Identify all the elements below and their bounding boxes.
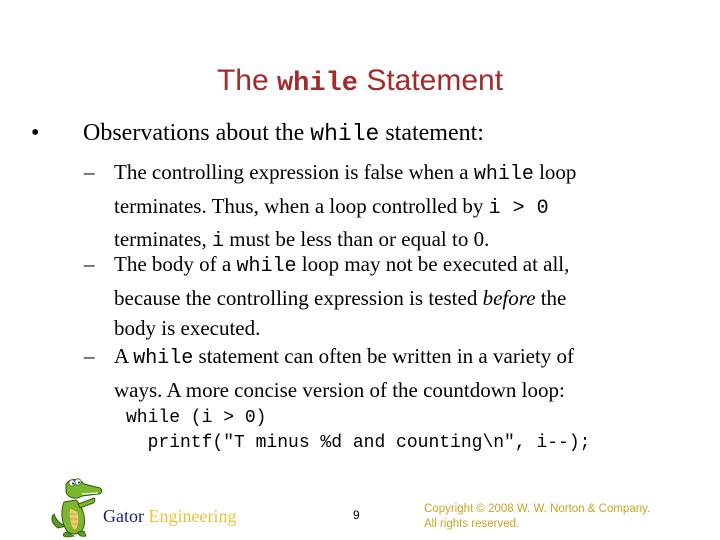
sub-bullet-2: – The body of a while loop may not be ex… (84, 249, 569, 344)
slide: The while Statement • Observations about … (0, 0, 720, 540)
code-line: while (i > 0) (126, 408, 267, 428)
emphasis-span: before (482, 285, 536, 310)
page-number: 9 (353, 508, 360, 522)
sub-bullet-marker: – (84, 160, 95, 184)
title-text-before: The (216, 64, 277, 97)
sub-bullet-1-line-2: terminates. Thus, when a loop controlled… (114, 191, 576, 225)
text-span: terminates. Thus, when a loop controlled… (114, 193, 489, 218)
bullet-text-before: Observations about the (83, 120, 311, 146)
sub-bullet-1-line-1: The controlling expression is false when… (114, 157, 576, 191)
copyright-notice: Copyright © 2008 W. W. Norton & Company.… (424, 502, 650, 532)
code-block: while (i > 0) printf("T minus %d and cou… (126, 406, 590, 456)
copyright-line-2: All rights reserved. (424, 518, 520, 530)
text-span: statement can often be written in a vari… (193, 344, 575, 368)
text-span: must be less than or equal to 0. (223, 227, 490, 251)
text-span: because the controlling expression is te… (114, 285, 483, 310)
bullet-text-after: statement: (379, 120, 484, 146)
text-span: loop (533, 160, 577, 184)
code-span: while (473, 163, 534, 186)
sub-bullet-3-line-1: A while statement can often be written i… (114, 341, 574, 375)
text-span: the (535, 285, 567, 310)
sub-bullet-marker: – (84, 344, 95, 368)
sub-bullet-2-line-1: The body of a while loop may not be exec… (114, 249, 569, 283)
text-span: loop may not be executed at all, (296, 252, 570, 276)
text-span: terminates, (114, 227, 212, 251)
code-span: while (133, 347, 194, 370)
title-text-after: Statement (357, 64, 504, 97)
sub-bullet-3: – A while statement can often be written… (84, 341, 574, 405)
bullet-code-keyword: while (310, 121, 380, 147)
sub-bullet-1: – The controlling expression is false wh… (84, 157, 576, 258)
sub-bullet-2-line-3: body is executed. (114, 316, 261, 340)
text-span: A (114, 344, 134, 368)
sub-bullet-2-line-2: because the controlling expression is te… (114, 283, 569, 314)
sub-bullet-3-line-2: ways. A more concise version of the coun… (114, 377, 565, 402)
code-span: while (236, 255, 297, 278)
sub-bullet-marker: – (84, 252, 95, 276)
code-span: i > 0 (488, 196, 549, 220)
slide-title: The while Statement (0, 64, 720, 99)
brand-gator: Gator (103, 506, 144, 526)
title-code-keyword: while (276, 69, 358, 99)
main-bullet: • Observations about the while statement: (29, 118, 484, 149)
code-line: printf("T minus %d and counting\n", i--)… (126, 433, 591, 453)
gator-mascot-icon (48, 474, 104, 538)
text-span: The body of a (114, 252, 237, 276)
bullet-marker: • (31, 120, 40, 146)
text-span: The controlling expression is false when… (114, 160, 474, 184)
gator-mascot-svg (51, 478, 103, 538)
footer-brand: Gator Engineering (103, 506, 236, 527)
copyright-line-1: Copyright © 2008 W. W. Norton & Company. (424, 503, 651, 515)
brand-engineering: Engineering (148, 506, 237, 526)
